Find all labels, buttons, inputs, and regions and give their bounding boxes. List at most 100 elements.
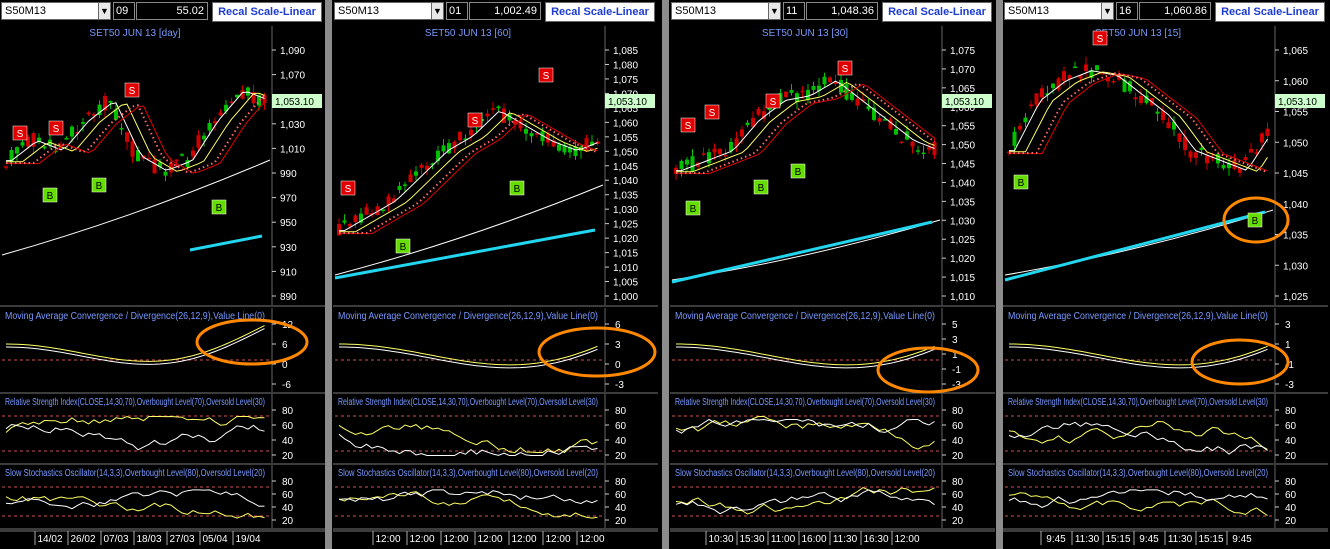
candle-body bbox=[1199, 147, 1204, 151]
candle-body bbox=[397, 185, 402, 190]
rsi-line bbox=[338, 424, 598, 454]
y-tick-label: 1,045 bbox=[1283, 169, 1308, 180]
last-price-tag-label: 1,053.10 bbox=[945, 97, 984, 108]
candle-body bbox=[740, 129, 744, 137]
candle-body bbox=[20, 142, 25, 146]
candle-body bbox=[916, 150, 920, 152]
y-tick-label: 1,030 bbox=[280, 120, 305, 131]
panel-separator[interactable] bbox=[325, 0, 332, 549]
y-tick-label: 1,050 bbox=[1283, 138, 1308, 149]
candle-body bbox=[584, 138, 589, 152]
candle-body bbox=[1155, 111, 1160, 114]
candle-body bbox=[152, 160, 157, 174]
signal-letter: S bbox=[685, 121, 692, 132]
chart-canvas: SET50 JUN 13 [60]1,0851,0801,0751,0701,0… bbox=[333, 26, 658, 545]
stochastic-line bbox=[5, 495, 265, 519]
candle-body bbox=[679, 160, 684, 170]
x-tick-label: 27/03 bbox=[169, 534, 194, 545]
y-tick-label: 3 bbox=[952, 335, 958, 346]
rsi-line bbox=[5, 423, 265, 451]
x-tick-label: 16:00 bbox=[801, 534, 826, 545]
y-tick-label: 40 bbox=[615, 503, 627, 514]
candle-body bbox=[342, 220, 347, 223]
panel-separator[interactable] bbox=[996, 0, 1003, 549]
y-tick-label: 1,010 bbox=[613, 263, 638, 274]
y-tick-label: 60 bbox=[952, 421, 964, 432]
y-tick-label: 1,055 bbox=[613, 133, 638, 144]
x-tick-label: 9:45 bbox=[1046, 534, 1066, 545]
y-tick-label: -3 bbox=[1285, 380, 1294, 391]
candle-body bbox=[364, 207, 369, 215]
y-tick-label: 20 bbox=[282, 516, 294, 527]
x-tick-label: 15:15 bbox=[1198, 534, 1223, 545]
candle-body bbox=[42, 146, 47, 149]
y-tick-label: 60 bbox=[615, 421, 627, 432]
y-tick-label: 1,020 bbox=[613, 234, 638, 245]
x-tick-label: 14/02 bbox=[37, 534, 62, 545]
candle-body bbox=[932, 142, 937, 156]
signal-letter: B bbox=[1252, 216, 1259, 227]
y-tick-label: 20 bbox=[952, 451, 964, 462]
macd-title: Moving Average Convergence / Divergence(… bbox=[1008, 311, 1268, 322]
candle-body bbox=[557, 144, 561, 151]
rsi-title: Relative Strength Index(CLOSE,14,30,70),… bbox=[5, 397, 265, 408]
y-tick-label: 60 bbox=[282, 421, 294, 432]
panel-separator[interactable] bbox=[662, 0, 669, 549]
y-tick-label: 1,060 bbox=[613, 118, 638, 129]
candle-body bbox=[1265, 128, 1270, 137]
candle-body bbox=[1177, 133, 1182, 142]
y-tick-label: 80 bbox=[952, 406, 964, 417]
ma-fast-line bbox=[1009, 70, 1268, 171]
candle-body bbox=[1221, 164, 1226, 169]
ma-200-line bbox=[189, 234, 263, 252]
y-tick-label: 1,035 bbox=[950, 197, 975, 208]
chart-panel-2: S50M13 ▼ 01 1,002.49 Recal Scale-Linear S… bbox=[333, 0, 658, 549]
candle-body bbox=[712, 148, 717, 153]
y-tick-label: 1,065 bbox=[950, 84, 975, 95]
candle-body bbox=[1023, 117, 1028, 123]
x-tick-label: 12:00 bbox=[545, 534, 570, 545]
y-tick-label: 1,080 bbox=[613, 60, 638, 71]
candle-body bbox=[707, 152, 711, 164]
candle-body bbox=[414, 171, 418, 176]
y-tick-label: 40 bbox=[282, 503, 294, 514]
y-tick-label: 1,035 bbox=[1283, 231, 1308, 242]
candle-body bbox=[690, 156, 695, 172]
y-tick-label: 80 bbox=[1285, 477, 1297, 488]
signal-letter: S bbox=[17, 129, 24, 140]
x-tick-label: 9:45 bbox=[1139, 534, 1159, 545]
y-tick-label: 80 bbox=[282, 406, 294, 417]
y-tick-label: 1,055 bbox=[950, 122, 975, 133]
y-tick-label: 80 bbox=[282, 477, 294, 488]
candle-body bbox=[529, 133, 534, 137]
candle-body bbox=[811, 86, 816, 90]
candle-body bbox=[202, 135, 206, 140]
candle-body bbox=[828, 77, 832, 83]
candle-body bbox=[784, 91, 788, 98]
candle-body bbox=[894, 128, 898, 135]
y-tick-label: 6 bbox=[282, 340, 288, 351]
y-tick-label: 1,005 bbox=[613, 278, 638, 289]
candle-body bbox=[180, 154, 184, 156]
x-tick-label: 11:30 bbox=[1075, 534, 1100, 545]
y-tick-label: 910 bbox=[280, 267, 297, 278]
macd-line bbox=[339, 346, 598, 369]
rsi-title: Relative Strength Index(CLOSE,14,30,70),… bbox=[338, 397, 598, 408]
y-tick-label: 80 bbox=[952, 477, 964, 488]
y-tick-label: 40 bbox=[952, 436, 964, 447]
y-tick-label: 1,050 bbox=[613, 147, 638, 158]
y-tick-label: 930 bbox=[280, 243, 297, 254]
y-tick-label: 1,010 bbox=[280, 144, 305, 155]
y-tick-label: 1,000 bbox=[613, 292, 638, 303]
candle-body bbox=[403, 184, 407, 186]
candle-body bbox=[386, 196, 391, 205]
ma-long-line bbox=[334, 184, 604, 276]
candle-body bbox=[822, 76, 827, 85]
signal-letter: S bbox=[53, 124, 60, 135]
candle-body bbox=[1249, 148, 1253, 153]
chart-title: SET50 JUN 13 [30] bbox=[762, 28, 848, 39]
candle-body bbox=[441, 145, 446, 152]
y-tick-label: 1,045 bbox=[613, 162, 638, 173]
last-price-tag-label: 1,053.10 bbox=[608, 97, 647, 108]
candle-body bbox=[246, 87, 250, 96]
